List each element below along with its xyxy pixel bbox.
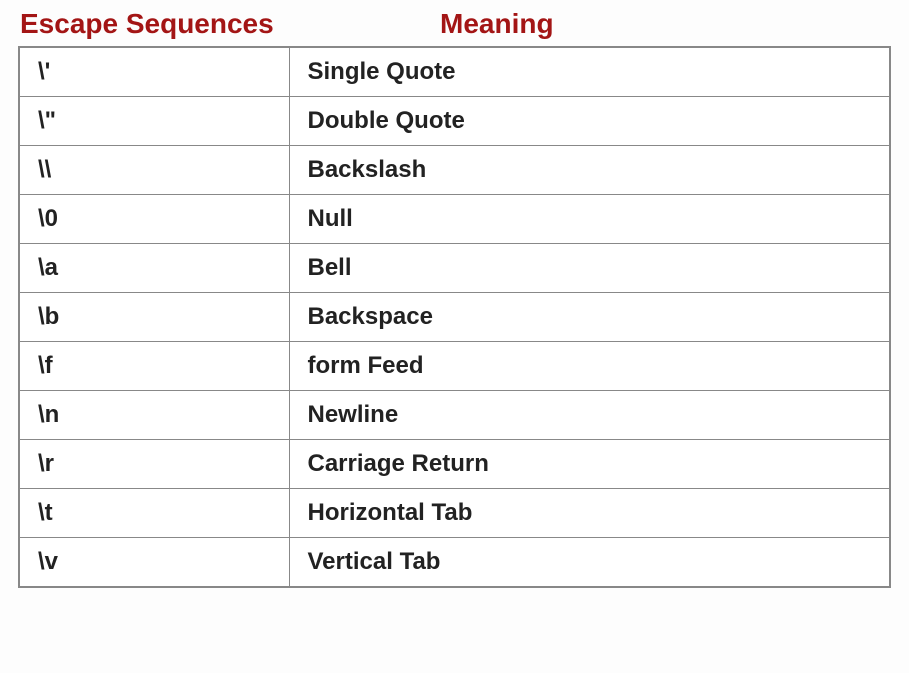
cell-sequence: \r [19,440,289,489]
cell-meaning: Single Quote [289,47,890,97]
cell-sequence: \n [19,391,289,440]
table-row: \" Double Quote [19,97,890,146]
header-meaning: Meaning [440,8,554,40]
cell-sequence: \0 [19,195,289,244]
cell-sequence: \t [19,489,289,538]
table-headers: Escape Sequences Meaning [18,8,891,40]
cell-meaning: Null [289,195,890,244]
table-row: \v Vertical Tab [19,538,890,588]
cell-sequence: \f [19,342,289,391]
table-row: \r Carriage Return [19,440,890,489]
table-row: \0 Null [19,195,890,244]
table-row: \\ Backslash [19,146,890,195]
cell-meaning: Backspace [289,293,890,342]
cell-sequence: \b [19,293,289,342]
header-escape-sequences: Escape Sequences [18,8,440,40]
table-row: \a Bell [19,244,890,293]
cell-meaning: Newline [289,391,890,440]
table-row: \t Horizontal Tab [19,489,890,538]
cell-sequence: \a [19,244,289,293]
cell-meaning: Vertical Tab [289,538,890,588]
table-row: \' Single Quote [19,47,890,97]
table-row: \f form Feed [19,342,890,391]
table-row: \b Backspace [19,293,890,342]
cell-meaning: Backslash [289,146,890,195]
cell-meaning: Bell [289,244,890,293]
cell-sequence: \\ [19,146,289,195]
cell-meaning: Double Quote [289,97,890,146]
cell-sequence: \v [19,538,289,588]
cell-sequence: \" [19,97,289,146]
cell-meaning: Horizontal Tab [289,489,890,538]
table-row: \n Newline [19,391,890,440]
cell-meaning: form Feed [289,342,890,391]
cell-meaning: Carriage Return [289,440,890,489]
cell-sequence: \' [19,47,289,97]
escape-sequences-table: \' Single Quote \" Double Quote \\ Backs… [18,46,891,588]
